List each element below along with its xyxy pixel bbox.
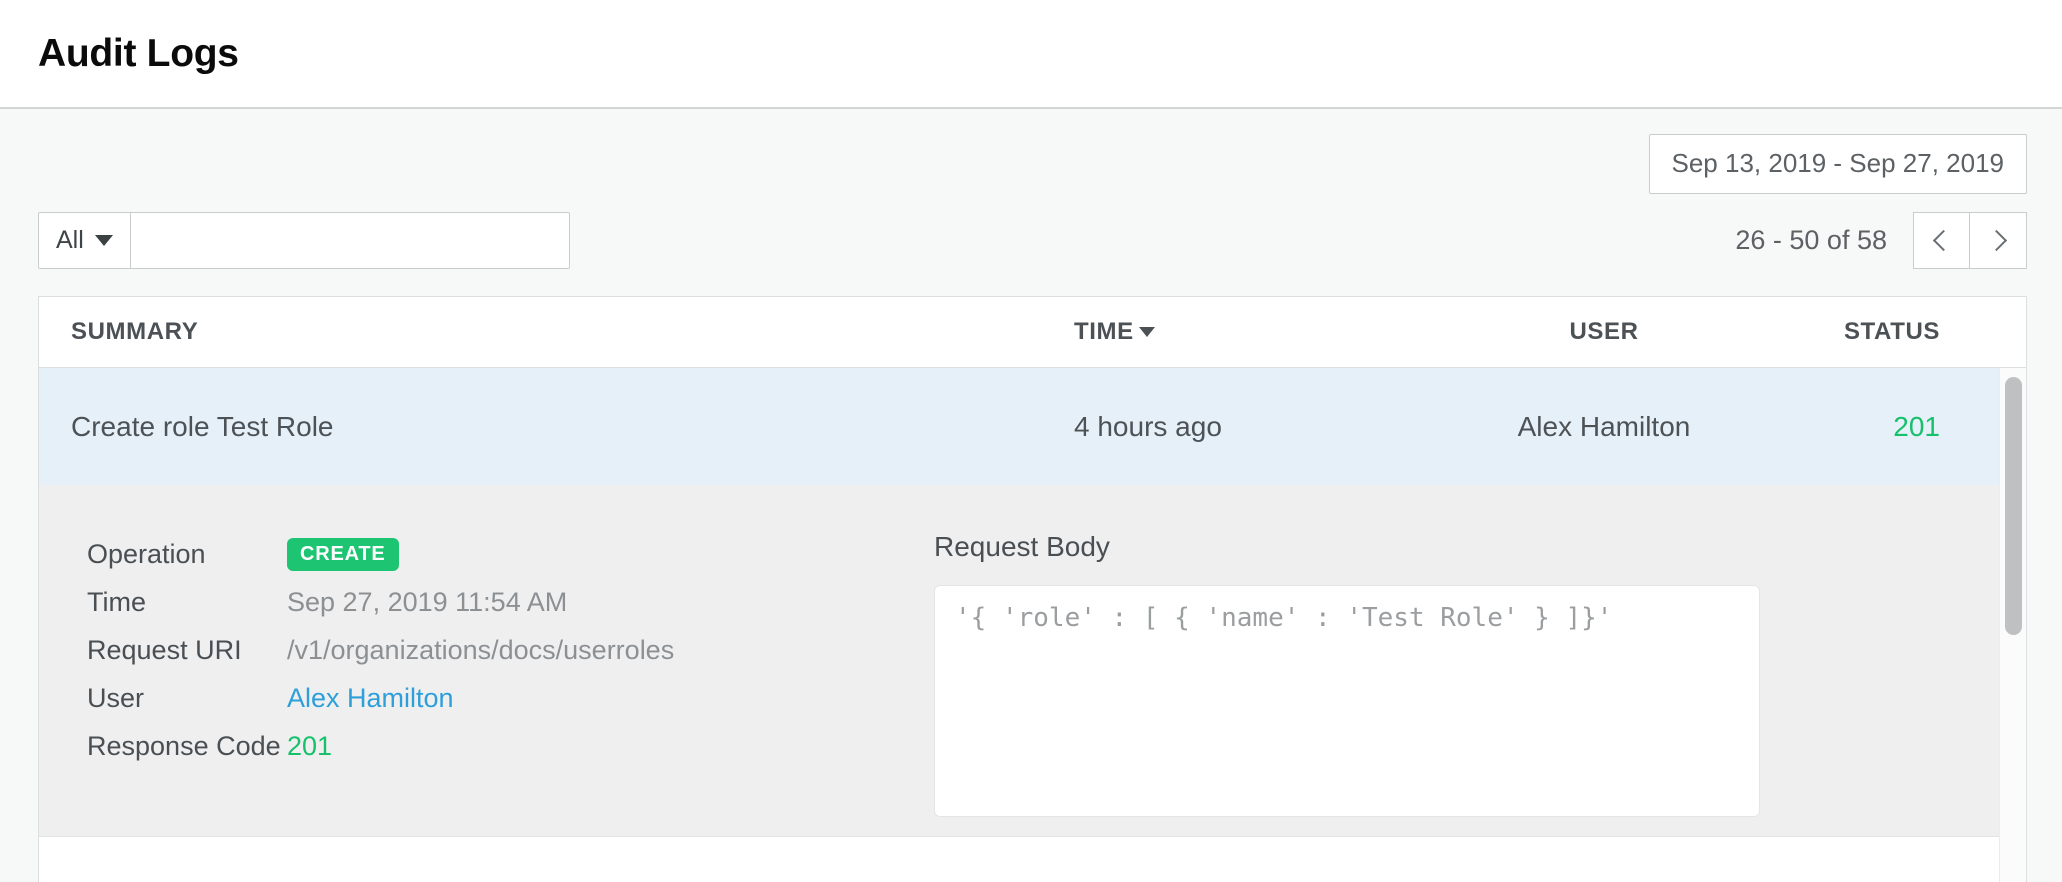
next-page-button[interactable] xyxy=(1970,212,2027,269)
detail-label-operation: Operation xyxy=(87,539,287,570)
pagination: 26 - 50 of 58 xyxy=(1735,212,2027,269)
detail-value-response-code: 201 xyxy=(287,731,332,762)
filter-type-dropdown[interactable]: All xyxy=(38,212,131,269)
date-range-picker[interactable]: Sep 13, 2019 - Sep 27, 2019 xyxy=(1649,134,2028,194)
table-scroll-region: Create role Test Role 4 hours ago Alex H… xyxy=(39,368,2026,882)
audit-log-table: SUMMARY TIME USER STATUS Create role Tes… xyxy=(38,296,2027,882)
request-body-textarea[interactable] xyxy=(934,585,1760,817)
pagination-count: 26 - 50 of 58 xyxy=(1735,225,1887,256)
previous-page-button[interactable] xyxy=(1913,212,1970,269)
filter-type-label: All xyxy=(56,226,84,255)
detail-row-user: User Alex Hamilton xyxy=(87,675,934,721)
detail-row-time: Time Sep 27, 2019 11:54 AM xyxy=(87,579,934,625)
request-body-label: Request Body xyxy=(934,531,1904,563)
date-range-container: Sep 13, 2019 - Sep 27, 2019 xyxy=(1649,134,2028,194)
table-row[interactable] xyxy=(39,837,2026,867)
detail-row-response-code: Response Code 201 xyxy=(87,723,934,769)
chevron-down-icon xyxy=(95,235,113,246)
detail-label-time: Time xyxy=(87,587,287,618)
operation-badge: CREATE xyxy=(287,538,399,571)
column-header-user[interactable]: USER xyxy=(1439,318,1769,346)
search-input[interactable] xyxy=(131,212,570,269)
page-title: Audit Logs xyxy=(38,32,239,76)
column-header-time[interactable]: TIME xyxy=(1049,318,1439,346)
table-row[interactable]: Create role Test Role 4 hours ago Alex H… xyxy=(39,368,2026,485)
request-body-section: Request Body xyxy=(934,531,2026,836)
cell-user: Alex Hamilton xyxy=(1439,411,1769,443)
cell-time: 4 hours ago xyxy=(1049,411,1439,443)
chevron-left-icon xyxy=(1933,230,1954,251)
detail-fields: Operation CREATE Time Sep 27, 2019 11:54… xyxy=(39,531,934,836)
detail-row-operation: Operation CREATE xyxy=(87,531,934,577)
detail-label-response-code: Response Code xyxy=(87,731,287,762)
detail-value-time: Sep 27, 2019 11:54 AM xyxy=(287,587,567,618)
table-header-row: SUMMARY TIME USER STATUS xyxy=(39,297,2026,368)
detail-label-user: User xyxy=(87,683,287,714)
column-header-time-label: TIME xyxy=(1074,318,1134,345)
cell-status: 201 xyxy=(1769,411,2026,443)
filter-search-bar: All xyxy=(38,212,570,269)
chevron-right-icon xyxy=(1985,230,2006,251)
pagination-buttons xyxy=(1913,212,2027,269)
detail-row-request-uri: Request URI /v1/organizations/docs/userr… xyxy=(87,627,934,673)
detail-label-request-uri: Request URI xyxy=(87,635,287,666)
row-detail-panel: Operation CREATE Time Sep 27, 2019 11:54… xyxy=(39,485,2026,837)
column-header-summary[interactable]: SUMMARY xyxy=(39,318,1049,346)
detail-value-request-uri: /v1/organizations/docs/userroles xyxy=(287,635,674,666)
vertical-scrollbar[interactable] xyxy=(1999,368,2026,882)
sort-descending-icon xyxy=(1139,327,1155,337)
cell-summary: Create role Test Role xyxy=(39,411,1049,443)
page-body: Sep 13, 2019 - Sep 27, 2019 All 26 - 50 … xyxy=(0,109,2062,878)
vertical-scrollbar-thumb[interactable] xyxy=(2005,377,2022,635)
page-header: Audit Logs xyxy=(0,0,2062,109)
column-header-status[interactable]: STATUS xyxy=(1769,318,2026,346)
detail-value-user-link[interactable]: Alex Hamilton xyxy=(287,683,454,714)
